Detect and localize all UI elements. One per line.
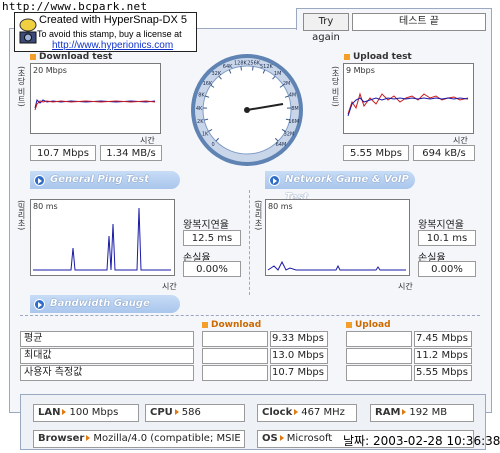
clock-info: Clock 467 MHz: [257, 404, 357, 422]
browser-info: Browser Mozilla/4.0 (compatible; MSIE 6.0: [33, 430, 245, 448]
game-time-label: 시간: [398, 282, 413, 291]
upload-trace: [347, 92, 469, 117]
download-mbs-value: 1.34 MB/s: [100, 145, 162, 161]
game-rtt-value: 10.1 ms: [418, 230, 476, 246]
bandwidth-row-upload: 5.55 Mbps: [414, 365, 472, 381]
gauge-tick-label: 256K: [247, 60, 261, 66]
gauge-tick-label: 64M: [276, 142, 287, 148]
arrow-right-icon: [62, 409, 67, 415]
ping-rtt-label: 왕복지연율: [183, 220, 229, 231]
hypersnap-stamp: Created with HyperSnap-DX 5 To avoid thi…: [14, 12, 197, 52]
speed-gauge: 01K2K4K8K16K32K64K128K 256K512K1M2M4M8M16…: [191, 54, 303, 166]
gauge-tick-label: 8M: [291, 106, 299, 112]
upload-graph: 9 Mbps: [343, 63, 474, 134]
download-axis-label: (초당 비트): [17, 66, 26, 107]
try-again-button[interactable]: Try again: [303, 13, 349, 43]
stamp-title: Created with HyperSnap-DX 5: [39, 14, 187, 26]
bandwidth-row-download-bar: [202, 331, 268, 347]
lan-info: LAN 100 Mbps: [33, 404, 139, 422]
gauge-tick-label: 16M: [288, 119, 299, 125]
bandwidth-upload-column: Upload: [346, 320, 391, 330]
ping-trace: [33, 207, 171, 271]
bandwidth-row-download: 9.33 Mbps: [270, 331, 328, 347]
gauge-tick-label: 2M: [283, 81, 291, 87]
camera-icon: [19, 18, 37, 44]
download-graph: 20 Mbps: [30, 63, 161, 134]
bandwidth-download-column: Download: [202, 320, 261, 330]
arrow-circle-icon: [269, 175, 280, 186]
bandwidth-row-download-bar: [202, 365, 268, 381]
download-test-title: Download test: [30, 52, 112, 62]
bandwidth-row-label: 평균: [20, 331, 194, 347]
ping-rtt-value: 12.5 ms: [183, 230, 241, 246]
ping-graph: 80 ms: [30, 199, 175, 276]
arrow-right-icon: [86, 435, 91, 441]
bandwidth-row-download-bar: [202, 348, 268, 364]
gauge-tick-label: 512K: [260, 64, 274, 70]
bandwidth-gauge-header: Bandwidth Gauge: [30, 295, 180, 313]
arrow-right-icon: [174, 409, 179, 415]
test-status-field: 테스트 끝: [352, 13, 486, 31]
game-loss-value: 0.00%: [418, 261, 476, 277]
bandwidth-row-label: 최대값: [20, 348, 194, 364]
stamp-license-text: To avoid this stamp, buy a license at: [37, 29, 182, 39]
bandwidth-row-label: 사용자 측정값: [20, 365, 194, 381]
gauge-tick-label: 1K: [202, 131, 209, 137]
horizontal-divider: [20, 315, 480, 316]
gauge-tick-label: 8K: [198, 93, 205, 99]
bandwidth-row-upload: 11.2 Mbps: [414, 348, 472, 364]
gauge-tick-label: 32M: [284, 131, 295, 137]
download-mbps-value: 10.7 Mbps: [30, 145, 96, 161]
arrow-right-icon: [294, 409, 299, 415]
bandwidth-row-upload: 7.45 Mbps: [414, 331, 472, 347]
arrow-circle-icon: [34, 175, 45, 186]
gauge-tick-label: 2K: [197, 119, 204, 125]
orange-square-icon: [346, 321, 352, 328]
bandwidth-row-upload-bar: [346, 348, 412, 364]
arrow-right-icon: [279, 435, 284, 441]
orange-square-icon: [344, 53, 350, 60]
upload-test-title: Upload test: [344, 52, 412, 62]
game-rtt-label: 왕복지연율: [418, 220, 464, 231]
game-voip-test-header: Network Game & VoIP Test: [265, 171, 415, 203]
bandwidth-row-upload-bar: [346, 365, 412, 381]
arrow-circle-icon: [34, 299, 45, 310]
gauge-tick-mark: [252, 66, 254, 71]
date-overlay: 날짜: 2003-02-28 10:36:38: [343, 434, 500, 448]
gauge-tick-mark: [240, 66, 242, 71]
vertical-divider: [249, 190, 250, 295]
upload-axis-label: (초당 비트): [331, 66, 340, 107]
bandwidth-row-upload-bar: [346, 331, 412, 347]
ping-axis-label: (밀리초): [17, 200, 26, 231]
game-axis-label: (밀리초): [254, 200, 263, 231]
orange-square-icon: [30, 53, 36, 60]
gauge-tick-label: 0: [211, 142, 214, 148]
ping-time-label: 시간: [162, 282, 177, 291]
gauge-tick-label: 32K: [212, 71, 222, 77]
ping-test-header: General Ping Test: [30, 171, 180, 189]
download-trace: [34, 99, 156, 111]
arrow-right-icon: [402, 409, 407, 415]
orange-square-icon: [202, 321, 208, 328]
bandwidth-row-download: 13.0 Mbps: [270, 348, 328, 364]
ram-info: RAM 192 MB: [370, 404, 474, 422]
stamp-link[interactable]: http://www.hyperionics.com: [52, 40, 173, 51]
upload-mbps-value: 5.55 Mbps: [343, 145, 409, 161]
cpu-info: CPU 586: [145, 404, 245, 422]
gauge-tick-label: 4M: [289, 93, 297, 99]
gauge-tick-label: 64K: [223, 64, 233, 70]
upload-kbs-value: 694 kB/s: [413, 145, 475, 161]
bandwidth-row-download: 10.7 Mbps: [270, 365, 328, 381]
ping-loss-value: 0.00%: [183, 261, 241, 277]
gauge-tick-label: 128K: [234, 60, 248, 66]
game-graph: 80 ms: [265, 199, 410, 276]
game-trace: [267, 260, 406, 271]
gauge-tick-label: 4K: [196, 106, 203, 112]
